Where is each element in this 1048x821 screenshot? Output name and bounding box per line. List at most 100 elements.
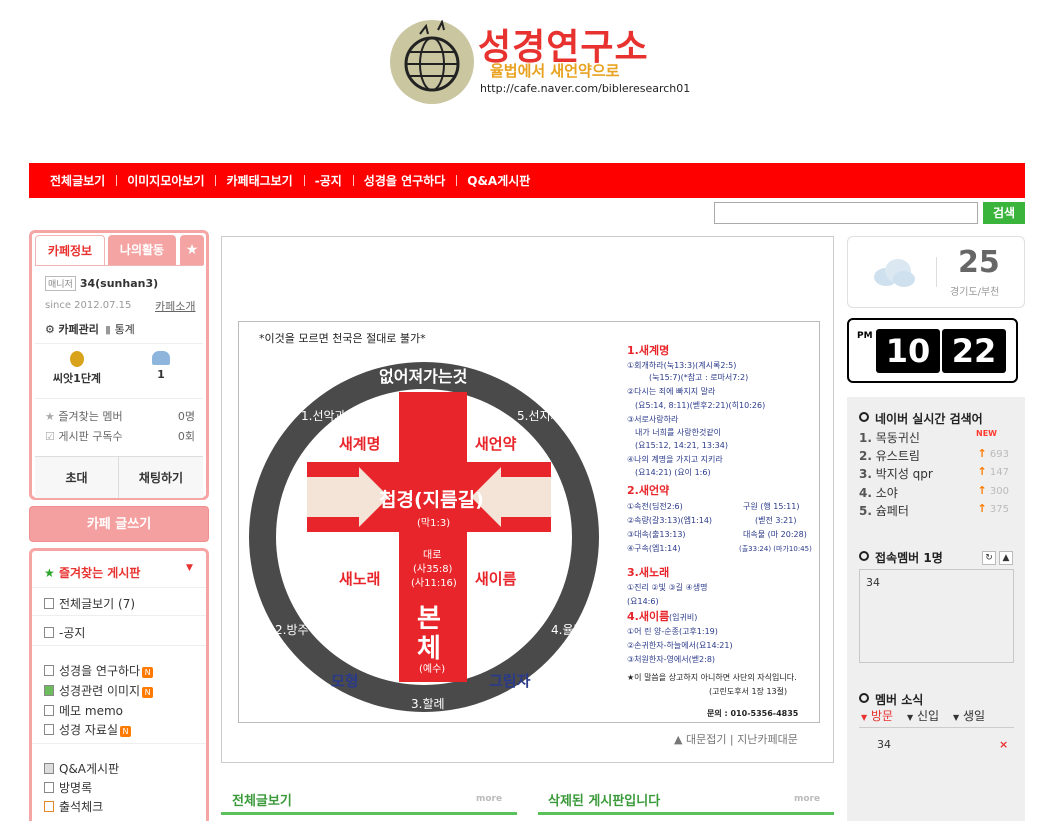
member-count[interactable]: 1: [119, 351, 203, 381]
cloud-icon: [870, 255, 916, 292]
menu-notice[interactable]: -공지: [303, 172, 353, 189]
menu-all-posts[interactable]: 전체글보기: [39, 172, 116, 189]
realtime-item[interactable]: 4. 소야 ↑ 300: [859, 484, 1009, 501]
board-icon: [44, 598, 54, 609]
svg-text:(요15:12, 14:21, 13:34): (요15:12, 14:21, 13:34): [635, 441, 728, 450]
svg-text:★이 말씀을 상고하지 아니하면 사단의 자식입니다.: ★이 말씀을 상고하지 아니하면 사단의 자식입니다.: [627, 672, 797, 682]
svg-text:①진리 ②빛 ③길 ④생명: ①진리 ②빛 ③길 ④생명: [627, 582, 707, 592]
divider: [859, 727, 1014, 728]
body-label: 체: [417, 634, 441, 664]
search-button[interactable]: 검색: [983, 202, 1025, 224]
board-item[interactable]: 성경을 연구하다 N: [44, 662, 154, 679]
refresh-icon[interactable]: ↻: [982, 551, 996, 565]
news-item[interactable]: 34: [877, 738, 891, 751]
write-post-button[interactable]: 카페 글쓰기: [29, 506, 209, 542]
fav-boards-title[interactable]: ★ 즐겨찾는 게시판: [44, 564, 140, 581]
more-link[interactable]: more: [794, 794, 820, 804]
tab-visit[interactable]: ▼ 방문: [861, 707, 893, 724]
svg-text:(출33:24) (마가10:45): (출33:24) (마가10:45): [739, 544, 812, 553]
svg-text:구원 (행 15:11): 구원 (행 15:11): [743, 501, 799, 511]
clock-hour: 10: [876, 329, 940, 373]
section-title-deleted-board[interactable]: 삭제된 게시판입니다: [548, 790, 660, 809]
board-item[interactable]: 성경 자료실 N: [44, 721, 132, 738]
quadrant-label: 새언약: [475, 435, 517, 453]
past-banner-link[interactable]: 지난카페대문: [737, 733, 798, 746]
star-icon[interactable]: ★: [180, 235, 204, 265]
board-icon: [44, 724, 54, 735]
manager-name[interactable]: 34(sunhan3): [80, 277, 158, 290]
menu-tags[interactable]: 카페태그보기: [215, 172, 303, 189]
cafe-info-content: 매니저 34(sunhan3) since 2012.07.15 카페소개 ⚙ 카…: [35, 265, 203, 498]
manager-row: 매니저 34(sunhan3): [45, 276, 158, 291]
fav-members-row[interactable]: ★ 즐겨찾는 멤버 0명: [45, 408, 195, 424]
board-item[interactable]: 성경관련 이미지 N: [44, 682, 154, 699]
realtime-item[interactable]: 2. 유스트림 ↑ 693: [859, 447, 1009, 464]
divider: [32, 743, 206, 744]
board-icon: [44, 665, 54, 676]
cafe-level: 씨앗1단계: [35, 351, 119, 386]
realtime-item[interactable]: 3. 박지성 qpr ↑ 147: [859, 465, 1009, 482]
tab-birthday[interactable]: ▼ 생일: [953, 707, 985, 724]
clock-ampm: PM: [857, 331, 873, 341]
qna-icon: [44, 763, 54, 774]
collapse-icon[interactable]: ▲: [999, 551, 1013, 565]
menu-qna[interactable]: Q&A게시판: [456, 172, 541, 189]
svg-text:①속전(딤전2:6): ①속전(딤전2:6): [627, 501, 683, 511]
divider: [35, 343, 203, 344]
online-member[interactable]: 34: [866, 576, 880, 589]
cafe-manage-link[interactable]: ⚙ 카페관리: [45, 321, 99, 337]
divider: [32, 587, 206, 588]
cafe-logo[interactable]: 성경연구소 율법에서 새언약으로 http://cafe.naver.com/b…: [390, 14, 690, 106]
menu-images[interactable]: 이미지모아보기: [116, 172, 215, 189]
board-item[interactable]: 메모 memo: [44, 702, 123, 719]
board-item[interactable]: -공지: [44, 624, 85, 641]
divider: [35, 398, 203, 399]
svg-text:(임귀비): (임귀비): [669, 612, 697, 622]
board-item[interactable]: 출석체크: [44, 798, 103, 815]
ring-top-label: 없어져가는것: [379, 367, 467, 386]
dropdown-arrow-icon[interactable]: ▼: [186, 563, 193, 573]
divider: [936, 257, 937, 287]
board-item[interactable]: 방명록: [44, 779, 92, 796]
chat-button[interactable]: 채팅하기: [119, 456, 203, 498]
svg-text:2.새언약: 2.새언약: [627, 483, 669, 497]
board-list-panel: ★ 즐겨찾는 게시판 ▼ 전체글보기 (7) -공지 성경을 연구하다 N 성경관…: [29, 548, 209, 821]
svg-text:문의 : 010-5356-4835: 문의 : 010-5356-4835: [707, 708, 799, 718]
section-underline: [221, 812, 517, 815]
section-underline: [538, 812, 834, 815]
svg-text:④구속(엡1:14): ④구속(엡1:14): [627, 544, 680, 553]
ring-label: 1.선악과: [301, 409, 346, 423]
more-link[interactable]: more: [476, 794, 502, 804]
cafe-url: http://cafe.naver.com/bibleresearch01: [480, 82, 691, 95]
board-item[interactable]: Q&A게시판: [44, 760, 119, 777]
realtime-item[interactable]: 1. 목동귀신 NEW: [859, 429, 1009, 446]
tab-my-activity[interactable]: 나의활동: [108, 235, 176, 265]
tab-cafe-info[interactable]: 카페정보: [35, 235, 105, 265]
section-title-all-posts[interactable]: 전체글보기: [232, 790, 292, 809]
svg-text:내가 너희를 사랑한것같이: 내가 너희를 사랑한것같이: [635, 427, 721, 437]
vertical-ref: (사11:16): [411, 577, 457, 589]
realtime-item[interactable]: 5. 슘페터 ↑ 375: [859, 502, 1009, 519]
close-icon[interactable]: ×: [999, 738, 1008, 751]
stats-link[interactable]: ▮ 통계: [105, 321, 135, 337]
weather-widget[interactable]: 25 경기도/부천: [847, 236, 1025, 308]
cafe-intro-link[interactable]: 카페소개: [155, 298, 195, 314]
bar-chart-icon: ▮: [105, 323, 112, 336]
tab-new-members[interactable]: ▼ 신입: [907, 707, 939, 724]
star-icon: ★: [45, 410, 55, 423]
menu-study[interactable]: 성경을 연구하다: [352, 172, 456, 189]
image-board-icon: [44, 685, 54, 696]
board-icon: [44, 627, 54, 638]
collapse-banner-link[interactable]: ▲ 대문접기: [674, 733, 726, 746]
banner-image: *이것을 모르면 천국은 절대로 불가* 없어져가는것 1.선악과 5.선지자 …: [238, 321, 820, 723]
svg-text:②손귀한자-하늘에서(요14:21): ②손귀한자-하늘에서(요14:21): [627, 640, 733, 650]
board-item[interactable]: 전체글보기 (7): [44, 595, 135, 612]
new-badge: N: [120, 726, 132, 737]
invite-button[interactable]: 초대: [35, 456, 119, 498]
gear-icon: ⚙: [45, 323, 55, 336]
ring-label: 2.방주: [275, 623, 309, 637]
svg-text:①회개하라(눅13:3)(계시록2:5): ①회개하라(눅13:3)(계시록2:5): [627, 360, 736, 370]
search-input[interactable]: [714, 202, 978, 224]
subscribers-row[interactable]: ☑ 게시판 구독수 0회: [45, 428, 195, 444]
members-icon: [152, 351, 170, 365]
